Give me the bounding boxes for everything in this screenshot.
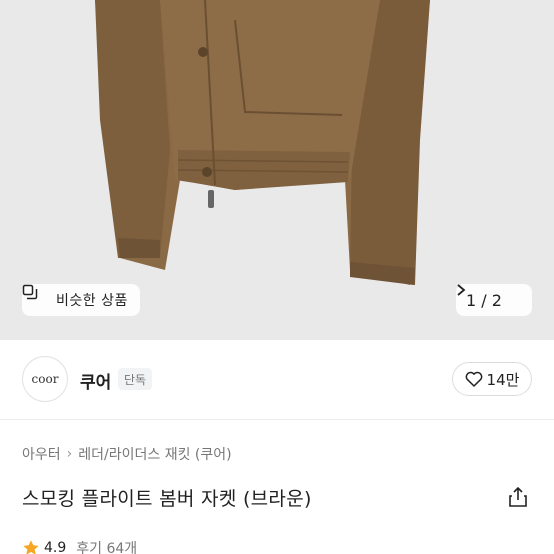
breadcrumb: 아우터 › 레더/라이더스 재킷 (쿠어)	[22, 444, 232, 464]
pager-text: 1 / 2	[466, 290, 502, 310]
chevron-right-icon[interactable]	[457, 284, 522, 306]
like-button[interactable]: 14만	[452, 362, 532, 396]
heart-icon	[465, 371, 483, 387]
brand-name[interactable]: 쿠어	[80, 368, 111, 393]
exclusive-badge: 단독	[118, 368, 153, 390]
breadcrumb-item-category[interactable]: 레더/라이더스 재킷 (쿠어)	[78, 444, 231, 464]
brand-row: coor 쿠어 단독 14만	[0, 340, 554, 420]
brand-logo-text: coor	[31, 372, 59, 386]
product-image[interactable]: 비슷한 상품 1 / 2	[0, 0, 554, 340]
chevron-right-icon: ›	[66, 446, 73, 462]
rating-row[interactable]: 4.9 후기 64개	[22, 538, 137, 554]
review-count[interactable]: 후기 64개	[76, 538, 137, 554]
share-icon[interactable]	[508, 486, 528, 508]
brand-logo[interactable]: coor	[22, 356, 68, 402]
copy-icon	[22, 284, 50, 308]
like-count: 14만	[486, 370, 520, 389]
star-icon	[22, 539, 40, 554]
product-title: 스모킹 플라이트 봄버 자켓 (브라운)	[22, 488, 312, 510]
similar-products-button[interactable]: 비슷한 상품	[22, 284, 140, 316]
similar-products-label: 비슷한 상품	[56, 293, 128, 309]
rating-value: 4.9	[44, 540, 67, 554]
breadcrumb-item-outer[interactable]: 아우터	[22, 444, 61, 464]
image-pager[interactable]: 1 / 2	[456, 284, 532, 316]
